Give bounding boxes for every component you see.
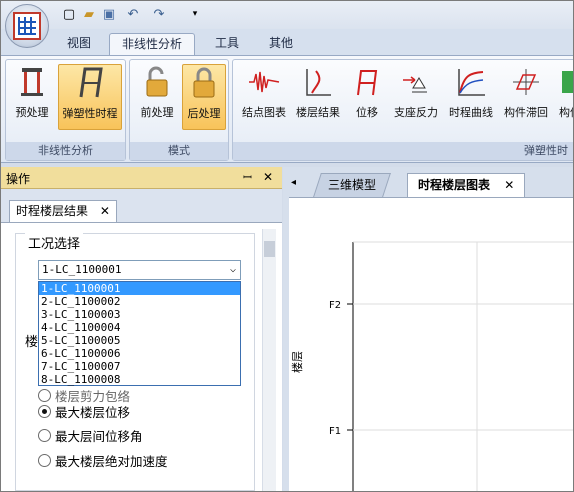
node-chart-button[interactable]: 结点图表 [237,64,291,130]
save-icon[interactable]: ▣ [101,6,117,22]
pre-process-mode-button[interactable]: 前处理 [134,64,180,130]
undo-icon[interactable]: ↶ [125,6,141,22]
story-curve-icon [301,64,335,100]
tab-3d-model[interactable]: 三维模型 [313,173,391,197]
tick-label-f2: F2 [329,300,341,311]
open-folder-icon[interactable]: ▰ [81,6,97,22]
load-case-dropdown-list: 1-LC_1100001 2-LC_1100002 3-LC_1100003 4… [38,281,241,386]
waveform-icon [247,64,281,100]
tab-close-icon[interactable]: ✕ [100,204,110,218]
radio-max-story-displacement[interactable]: 最大楼层位移 [38,402,130,421]
story-result-button[interactable]: 楼层结果 [293,64,343,130]
list-item[interactable]: 6-LC_1100006 [39,347,240,360]
panel-title: 操作 [6,172,31,186]
unlock-icon [140,64,174,100]
story-label-partial: 楼 [25,331,39,350]
customize-dropdown-icon[interactable]: ▾ [187,6,203,22]
list-item[interactable]: 1-LC_1100001 [39,282,240,295]
group-mode: 前处理 后处理 模式 [129,59,229,161]
post-process-mode-button[interactable]: 后处理 [182,64,226,130]
chart-svg: F2 F1 楼层 [290,241,573,491]
tick-label-f1: F1 [329,426,341,437]
tab-view[interactable]: 视图 [55,33,103,55]
list-item[interactable]: 4-LC_1100004 [39,321,240,334]
displacement-button[interactable]: 位移 [347,64,387,130]
group-elastoplastic-time: 结点图表 楼层结果 位移 支座反力 时程曲线 构件滞回 构 弹塑性时 [232,59,573,161]
radio-max-absolute-acceleration[interactable]: 最大楼层绝对加速度 [38,451,168,470]
member-button[interactable]: 构件 [553,64,573,130]
curve-icon [454,64,488,100]
support-reaction-button[interactable]: 支座反力 [389,64,443,130]
displacement-frame-icon [350,64,384,100]
quick-access-toolbar: ▢ ▰ ▣ ↶ ↷ ▾ [1,1,573,29]
chevron-down-icon[interactable]: ⌵ [230,261,236,279]
doc-tab-close-icon[interactable]: ✕ [504,178,514,192]
radio-max-drift-ratio[interactable]: 最大层间位移角 [38,426,143,445]
list-item[interactable]: 3-LC_1100003 [39,308,240,321]
tab-story-results[interactable]: 时程楼层结果 ✕ [9,200,117,222]
list-item[interactable]: 5-LC_1100005 [39,334,240,347]
story-chart: F2 F1 楼层 [289,197,573,491]
frame-icon [15,64,49,100]
preprocess-button[interactable]: 预处理 [10,64,54,130]
list-item[interactable]: 8-LC_1100008 [39,373,240,386]
document-area: ◂ 三维模型 时程楼层图表 ✕ F2 F1 楼层 [283,167,573,491]
app-logo-icon [13,12,41,40]
panel-close-icon[interactable]: ✕ [263,170,273,184]
application-menu-button[interactable] [5,4,49,48]
case-section-title: 工况选择 [25,233,84,252]
app-window: ▢ ▰ ▣ ↶ ↷ ▾ 视图 非线性分析 工具 其他 预处理 弹塑性时程 非线性… [0,0,574,492]
deformed-frame-icon [73,65,107,101]
tab-tools[interactable]: 工具 [203,33,251,55]
ribbon: 预处理 弹塑性时程 非线性分析 前处理 后处理 模式 结点图表 楼层结果 位移 … [1,55,573,163]
elastoplastic-time-history-button[interactable]: 弹塑性时程 [58,64,122,130]
tab-story-chart[interactable]: 时程楼层图表 ✕ [407,173,526,197]
panel-header: 操作 ꟷ ✕ [1,167,282,189]
new-file-icon[interactable]: ▢ [61,6,77,22]
member-icon [553,64,573,100]
panel-scrollbar[interactable] [262,229,276,491]
list-item[interactable]: 2-LC_1100002 [39,295,240,308]
load-case-combo[interactable]: 1-LC_1100001 ⌵ [38,260,241,280]
pin-icon[interactable]: ꟷ [243,170,252,185]
tab-nonlinear-analysis[interactable]: 非线性分析 [109,33,196,55]
time-history-curve-button[interactable]: 时程曲线 [445,64,497,130]
list-item[interactable]: 7-LC_1100007 [39,360,240,373]
tab-nav-left-icon[interactable]: ◂ [291,177,296,188]
tab-other[interactable]: 其他 [257,33,305,55]
lock-icon [187,65,221,101]
ribbon-tabs: 视图 非线性分析 工具 其他 [1,29,573,55]
radio-selected-icon [38,405,51,418]
member-hysteresis-button[interactable]: 构件滞回 [499,64,553,130]
y-axis-label: 楼层 [290,351,304,373]
hysteresis-icon [509,64,543,100]
group-nonlinear-analysis: 预处理 弹塑性时程 非线性分析 [5,59,126,161]
support-icon [399,64,433,100]
redo-icon[interactable]: ↷ [151,6,167,22]
